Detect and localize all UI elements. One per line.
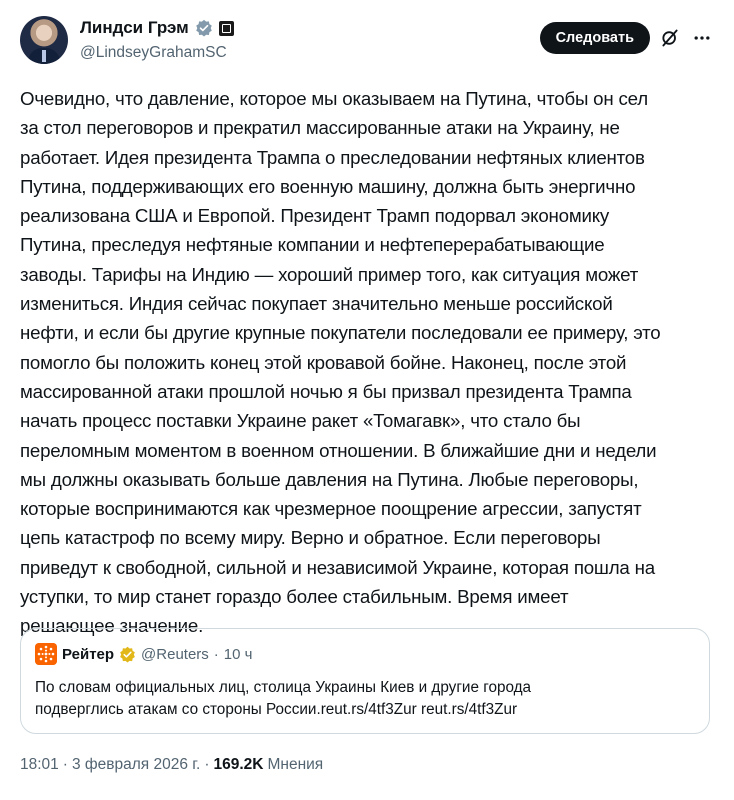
tweet-text-line: измениться. Индия сейчас покупает значит…	[20, 293, 613, 315]
tweet-text-line: начать процесс поставки Украине ракет «Т…	[20, 410, 581, 432]
tweet-text-line: уступки, то мир станет гораздо более ста…	[20, 586, 569, 608]
quoted-tweet-header: Рейтер @Reuters · 10 ч	[35, 643, 252, 665]
gold-verified-badge-icon	[120, 646, 135, 663]
follow-button[interactable]: Следовать	[539, 22, 650, 54]
quoted-separator: ·	[213, 645, 219, 663]
more-options-icon[interactable]	[692, 28, 712, 48]
quoted-tweet-text: По словам официальных лиц, столица Украи…	[35, 677, 695, 721]
post-date[interactable]: 3 февраля 2026 г.	[72, 756, 200, 774]
author-name-row: Линдси Грэм	[80, 18, 234, 38]
tweet-text-line: мы должны оказывать больше давления на П…	[20, 468, 639, 490]
author-handle[interactable]: @LindseyGrahamSC	[80, 44, 227, 62]
views-label: Мнения	[267, 756, 324, 773]
tweet-text-line: переломным моментом в военном отношении.…	[20, 439, 657, 461]
quoted-text-line: подверглись атакам со стороны России.reu…	[35, 701, 518, 718]
tweet-text-line: Очевидно, что давление, которое мы оказы…	[20, 88, 648, 109]
tweet-header: Линдси Грэм @LindseyGrahamSC Следовать	[20, 16, 720, 66]
footer-separator: ·	[204, 756, 210, 773]
tweet-text-line: за стол переговоров и прекратил массиров…	[20, 117, 620, 139]
tweet-text-line: помогло бы положить конец этой кровавой …	[20, 351, 627, 373]
views-count[interactable]: 169.2K	[214, 756, 264, 774]
tweet-text-line: заводы. Тарифы на Индию — хороший пример…	[20, 263, 639, 285]
verified-badge-icon[interactable]	[195, 19, 213, 37]
tweet-text-line: Путина, преследуя нефтяные компании и не…	[20, 234, 605, 256]
quoted-time: 10 ч	[223, 645, 253, 663]
tweet-text-line: реализована США и Европой. Президент Тра…	[20, 205, 610, 227]
author-display-name[interactable]: Линдси Грэм	[80, 18, 189, 38]
tweet-text-line: массированной атаки прошлой ночью я бы п…	[20, 380, 632, 402]
tweet-text: Очевидно, что давление, которое мы оказы…	[20, 84, 720, 641]
tweet-text-line: приведут к свободной, сильной и независи…	[20, 556, 655, 578]
tweet-text-line: которые воспринимаются как чрезмерное по…	[20, 498, 642, 520]
grok-icon[interactable]	[660, 28, 680, 48]
quoted-tweet-card[interactable]: Рейтер @Reuters · 10 ч По словам официал…	[20, 628, 710, 734]
quoted-author-handle: @Reuters	[141, 645, 209, 663]
quoted-author-name: Рейтер	[62, 645, 115, 663]
government-affiliation-icon[interactable]	[218, 20, 234, 36]
reuters-logo-icon[interactable]	[35, 643, 57, 665]
quoted-text-line: По словам официальных лиц, столица Украи…	[35, 679, 532, 696]
tweet-text-line: нефти, и если бы другие крупные покупате…	[20, 322, 661, 344]
tweet-text-line: Путина, поддерживающих его военную машин…	[20, 175, 636, 197]
tweet-text-line: цепь катастроф по всему миру. Верно и об…	[20, 527, 601, 549]
post-time[interactable]: 18:01	[20, 756, 59, 774]
footer-separator: ·	[62, 756, 68, 773]
tweet-footer: 18:01 · 3 февраля 2026 г. · 169.2K Мнени…	[20, 756, 323, 774]
tweet-text-line: работает. Идея президента Трампа о пресл…	[20, 146, 645, 168]
author-avatar[interactable]	[20, 16, 68, 64]
